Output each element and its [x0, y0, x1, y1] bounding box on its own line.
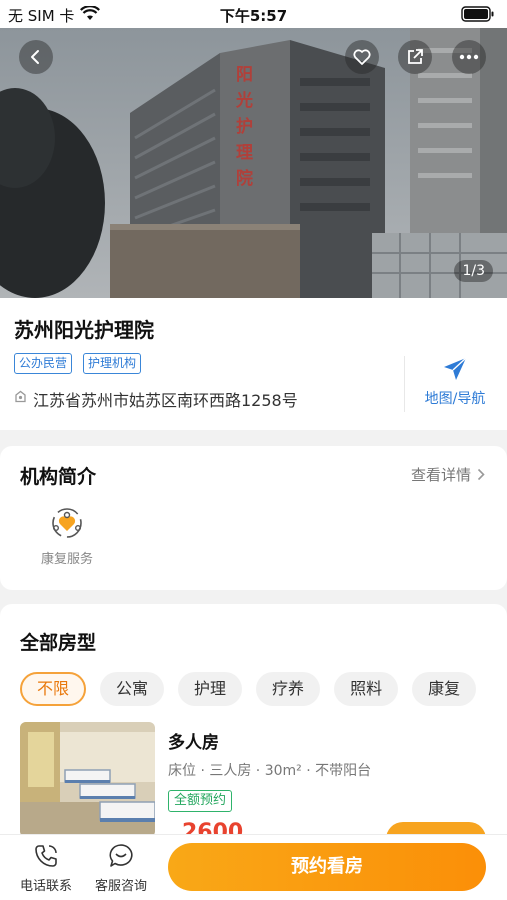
- status-bar: 无 SIM 卡 下午5:57: [0, 0, 507, 28]
- svg-text:理: 理: [236, 143, 253, 163]
- more-dots-icon: [459, 54, 479, 60]
- divider: [404, 356, 405, 412]
- location-icon: [15, 390, 26, 403]
- phone-contact-label: 电话联系: [19, 879, 72, 894]
- map-navigation-label: 地图/导航: [424, 391, 486, 407]
- more-button[interactable]: [452, 40, 486, 74]
- facility-name: 苏州阳光护理院: [14, 318, 154, 342]
- heart-icon: [353, 49, 371, 65]
- service-label: 康复服务: [40, 552, 93, 567]
- bottom-bar: 电话联系 客服咨询 预约看房: [0, 834, 507, 900]
- facility-address: 江苏省苏州市姑苏区南环西路1258号: [33, 391, 298, 410]
- customer-service-label: 客服咨询: [94, 879, 147, 894]
- svg-text:院: 院: [236, 168, 253, 189]
- chevron-right-icon: [477, 468, 485, 481]
- room-description: 床位 · 三人房 · 30m² · 不带阳台: [168, 763, 372, 779]
- filter-chip-rehab[interactable]: 康复: [412, 672, 477, 706]
- rehab-icon: [52, 508, 82, 538]
- building-photo: 阳光护 理院: [0, 28, 507, 298]
- chevron-left-icon: [31, 50, 39, 64]
- back-button[interactable]: [19, 40, 53, 74]
- view-details-link[interactable]: 查看详情: [411, 464, 485, 485]
- room-photo[interactable]: [20, 722, 155, 837]
- filter-chip-all[interactable]: 不限: [20, 672, 87, 706]
- photo-gallery[interactable]: 阳光护 理院 1/3: [0, 28, 507, 298]
- clock: 下午5:57: [219, 7, 288, 25]
- filter-chip-nursing[interactable]: 护理: [178, 672, 243, 706]
- intro-title: 机构简介: [20, 466, 97, 488]
- battery-icon: [461, 6, 495, 26]
- facility-info: 苏州阳光护理院 公办民营 护理机构 江苏省苏州市姑苏区南环西路1258号 地图/…: [0, 298, 507, 430]
- chat-icon: [109, 844, 133, 867]
- view-details-label: 查看详情: [410, 466, 471, 484]
- tag-ownership: 公办民营: [14, 353, 73, 374]
- filter-chip-apartment[interactable]: 公寓: [100, 672, 165, 706]
- building-sign: 阳光护 理院: [235, 65, 253, 189]
- room-tag: 全额预约: [168, 790, 233, 812]
- svg-text:护: 护: [236, 116, 253, 137]
- customer-service-button[interactable]: 客服咨询: [89, 843, 153, 894]
- room-name: 多人房: [168, 733, 219, 753]
- service-item[interactable]: 康复服务: [38, 506, 96, 567]
- book-visit-button[interactable]: 预约看房: [168, 843, 486, 891]
- room-types-title: 全部房型: [20, 632, 97, 654]
- svg-text:阳: 阳: [236, 65, 253, 85]
- share-icon: [408, 49, 423, 64]
- photo-counter: 1/3: [454, 260, 493, 282]
- filter-chip-recuperation[interactable]: 疗养: [256, 672, 321, 706]
- intro-card: 机构简介 查看详情 康复服务: [0, 446, 507, 590]
- phone-contact-button[interactable]: 电话联系: [14, 843, 78, 894]
- navigation-arrow-icon: [444, 357, 467, 380]
- tag-type: 护理机构: [83, 353, 142, 374]
- svg-text:光: 光: [235, 90, 253, 111]
- map-navigation-button[interactable]: 地图/导航: [410, 356, 500, 416]
- favorite-button[interactable]: [345, 40, 379, 74]
- share-button[interactable]: [398, 40, 432, 74]
- filter-chip-care[interactable]: 照料: [334, 672, 399, 706]
- phone-icon: [35, 845, 57, 867]
- room-filter-chips: 不限 公寓 护理 疗养 照料 康复: [20, 672, 477, 706]
